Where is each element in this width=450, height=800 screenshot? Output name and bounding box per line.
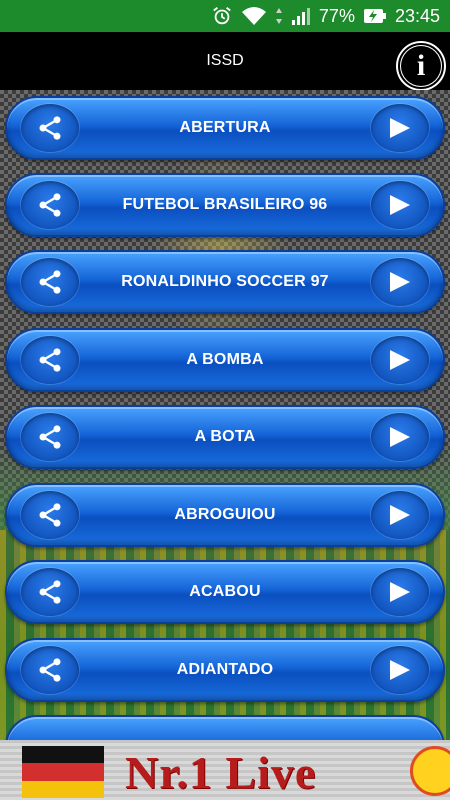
sound-button[interactable]: ABROGUIOU <box>5 483 445 547</box>
play-icon[interactable] <box>371 258 429 306</box>
ad-text: Nr.1 Live <box>125 747 317 798</box>
status-bar: 77% 23:45 <box>0 0 450 32</box>
data-arrows-icon <box>275 5 283 27</box>
wifi-icon <box>241 5 267 27</box>
share-icon[interactable] <box>21 413 79 461</box>
info-icon: i <box>401 46 441 86</box>
sound-button[interactable]: A BOMBA <box>5 328 445 392</box>
sound-label: RONALDINHO SOCCER 97 <box>121 273 329 290</box>
battery-charging-icon <box>363 6 387 26</box>
play-icon[interactable] <box>371 336 429 384</box>
status-icons: 77% 23:45 <box>211 0 440 32</box>
share-icon[interactable] <box>21 104 79 152</box>
play-icon[interactable] <box>371 646 429 694</box>
alarm-icon <box>211 5 233 27</box>
play-icon[interactable] <box>371 104 429 152</box>
sound-button[interactable]: A BOTA <box>5 405 445 469</box>
sound-button[interactable]: ACABOU <box>5 560 445 624</box>
sound-label: ABROGUIOU <box>174 506 276 523</box>
share-icon[interactable] <box>21 258 79 306</box>
ad-logo-icon <box>410 746 450 796</box>
sound-label: A BOTA <box>194 428 256 445</box>
share-icon[interactable] <box>21 568 79 616</box>
share-icon[interactable] <box>21 336 79 384</box>
app-bar: ISSD i <box>0 32 450 90</box>
play-icon[interactable] <box>371 568 429 616</box>
app-title: ISSD <box>206 52 244 69</box>
share-icon[interactable] <box>21 491 79 539</box>
info-button[interactable]: i <box>398 43 444 89</box>
sound-button[interactable]: RONALDINHO SOCCER 97 <box>5 250 445 314</box>
play-icon[interactable] <box>371 413 429 461</box>
sound-label: FUTEBOL BRASILEIRO 96 <box>122 196 328 213</box>
play-icon[interactable] <box>371 491 429 539</box>
clock: 23:45 <box>394 5 440 26</box>
sound-label: A BOMBA <box>186 351 264 368</box>
share-icon[interactable] <box>21 646 79 694</box>
sound-label: ACABOU <box>189 583 261 600</box>
battery-percent: 77% <box>318 5 355 26</box>
sound-button[interactable]: ADIANTADO <box>5 638 445 702</box>
sound-label: ABERTURA <box>179 119 271 136</box>
sound-button[interactable]: ABERTURA <box>5 96 445 160</box>
sound-label: ADIANTADO <box>176 661 274 678</box>
share-icon[interactable] <box>21 181 79 229</box>
ad-banner[interactable]: Nr.1 Live <box>0 740 450 800</box>
germany-flag-icon <box>22 746 104 798</box>
sound-button[interactable]: FUTEBOL BRASILEIRO 96 <box>5 173 445 237</box>
play-icon[interactable] <box>371 181 429 229</box>
cell-signal-icon <box>291 6 311 26</box>
